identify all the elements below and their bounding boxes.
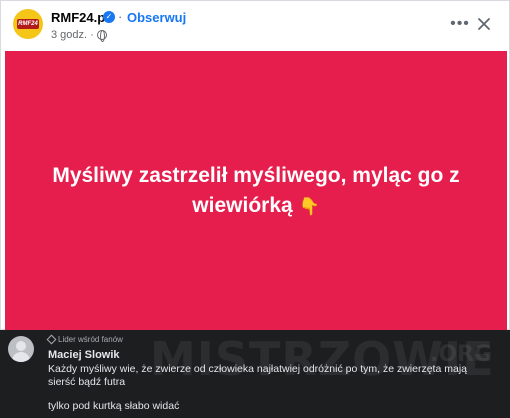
reply-text: tylko pod kurtką słabo widać	[48, 400, 180, 412]
more-icon[interactable]: •••	[447, 11, 473, 37]
comment-author[interactable]: Maciej Slowik	[48, 349, 120, 361]
user-avatar-icon[interactable]	[8, 336, 34, 362]
separator-dot: ·	[90, 29, 94, 41]
separator-dot: ·	[118, 9, 123, 24]
headline-text: Myśliwy zastrzelił myśliwego, myląc go z…	[52, 163, 460, 217]
badge-label: Lider wśród fanów	[58, 335, 123, 344]
post-headline: Myśliwy zastrzelił myśliwego, myląc go z…	[36, 161, 476, 222]
post-image[interactable]: Myśliwy zastrzelił myśliwego, myląc go z…	[5, 51, 507, 331]
post-meta: 3 godz. ·	[51, 29, 107, 42]
follow-button[interactable]: Obserwuj	[127, 10, 186, 25]
page-avatar[interactable]: RMF24	[13, 9, 43, 39]
post-time[interactable]: 3 godz.	[51, 29, 87, 41]
watermark-suffix: .ORG	[430, 342, 493, 367]
post-header: RMF24 RMF24.pl ✓ · Obserwuj 3 godz. · ••…	[1, 1, 510, 49]
globe-icon	[96, 30, 107, 42]
rmf-logo: RMF24	[17, 19, 39, 29]
post-card: RMF24 RMF24.pl ✓ · Obserwuj 3 godz. · ••…	[0, 0, 510, 331]
page-name[interactable]: RMF24.pl	[51, 10, 109, 25]
close-icon[interactable]	[471, 11, 497, 37]
pointing-down-icon: 👇	[298, 196, 320, 216]
fan-badge: Lider wśród fanów	[46, 334, 123, 345]
verified-icon: ✓	[103, 11, 115, 23]
diamond-icon	[46, 334, 57, 345]
